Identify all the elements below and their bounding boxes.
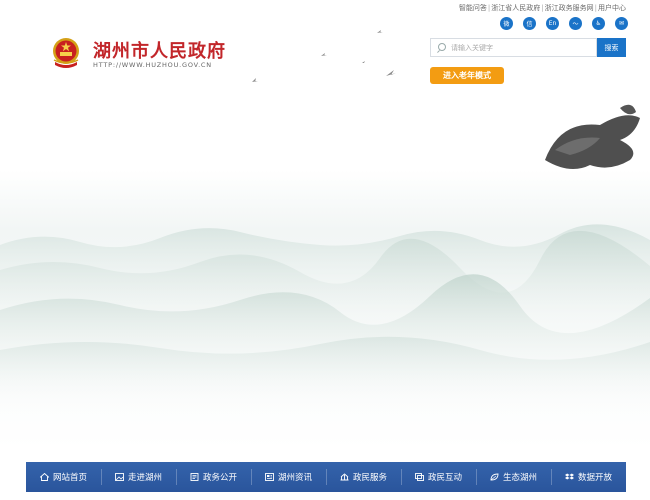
leaf-icon bbox=[490, 473, 499, 481]
main-nav: 网站首页 走进湖州 政务公开 湖州资讯 政民服务 政民互动 生态湖州 数据开放 bbox=[26, 462, 626, 492]
nav-label: 湖州资讯 bbox=[277, 473, 312, 483]
nav-item-news[interactable]: 湖州资讯 bbox=[251, 462, 326, 492]
elder-mode-button[interactable]: 进入老年模式 bbox=[430, 67, 504, 84]
nav-label: 政务公开 bbox=[202, 473, 237, 483]
picture-icon bbox=[115, 473, 124, 481]
document-icon bbox=[190, 473, 199, 481]
social-icons: 微 信 En 〜 ♿ ✉ bbox=[500, 17, 628, 30]
dropbox-icon bbox=[564, 473, 574, 480]
nav-label: 数据开放 bbox=[577, 473, 612, 483]
interact-icon bbox=[415, 473, 424, 481]
home-icon bbox=[39, 473, 49, 481]
search-box bbox=[430, 38, 597, 57]
nav-item-eco-huzhou[interactable]: 生态湖州 bbox=[476, 462, 551, 492]
top-link-zhejiang-service[interactable]: 浙江政务服务网 bbox=[545, 4, 594, 12]
news-icon bbox=[265, 473, 274, 481]
nav-item-about-huzhou[interactable]: 走进湖州 bbox=[101, 462, 176, 492]
wechat-icon[interactable]: 信 bbox=[523, 17, 536, 30]
ink-rock-decoration bbox=[545, 104, 640, 169]
birds-decoration bbox=[252, 30, 396, 82]
nav-label: 政民服务 bbox=[352, 473, 387, 483]
top-link-ai-qa[interactable]: 智能问答 bbox=[459, 4, 487, 12]
service-icon bbox=[340, 473, 349, 481]
nav-label: 网站首页 bbox=[52, 473, 87, 483]
weibo-icon[interactable]: 微 bbox=[500, 17, 513, 30]
search-icon bbox=[438, 43, 446, 51]
search-button[interactable]: 搜索 bbox=[597, 38, 626, 57]
mail-icon[interactable]: ✉ bbox=[615, 17, 628, 30]
nav-item-public-service[interactable]: 政民服务 bbox=[326, 462, 401, 492]
nav-item-home[interactable]: 网站首页 bbox=[26, 462, 101, 492]
search-input[interactable] bbox=[451, 40, 591, 55]
national-emblem-icon bbox=[53, 38, 79, 68]
nav-label: 生态湖州 bbox=[502, 473, 537, 483]
site-title[interactable]: 湖州市人民政府 bbox=[93, 37, 226, 63]
nav-item-open-data[interactable]: 数据开放 bbox=[551, 462, 626, 492]
nav-label: 政民互动 bbox=[427, 473, 462, 483]
top-link-zhejiang-gov[interactable]: 浙江省人民政府 bbox=[491, 4, 540, 12]
nav-label: 走进湖州 bbox=[127, 473, 162, 483]
accessibility-icon[interactable]: ♿ bbox=[592, 17, 605, 30]
site-url: HTTP://WWW.HUZHOU.GOV.CN bbox=[93, 61, 212, 69]
top-link-user-center[interactable]: 用户中心 bbox=[598, 4, 626, 12]
nav-item-interaction[interactable]: 政民互动 bbox=[401, 462, 476, 492]
top-links: 智能问答|浙江省人民政府|浙江政务服务网|用户中心 bbox=[458, 4, 626, 12]
background-landscape bbox=[0, 0, 650, 500]
english-icon[interactable]: En bbox=[546, 17, 559, 30]
rss-icon[interactable]: 〜 bbox=[569, 17, 582, 30]
nav-item-gov-affairs[interactable]: 政务公开 bbox=[176, 462, 251, 492]
